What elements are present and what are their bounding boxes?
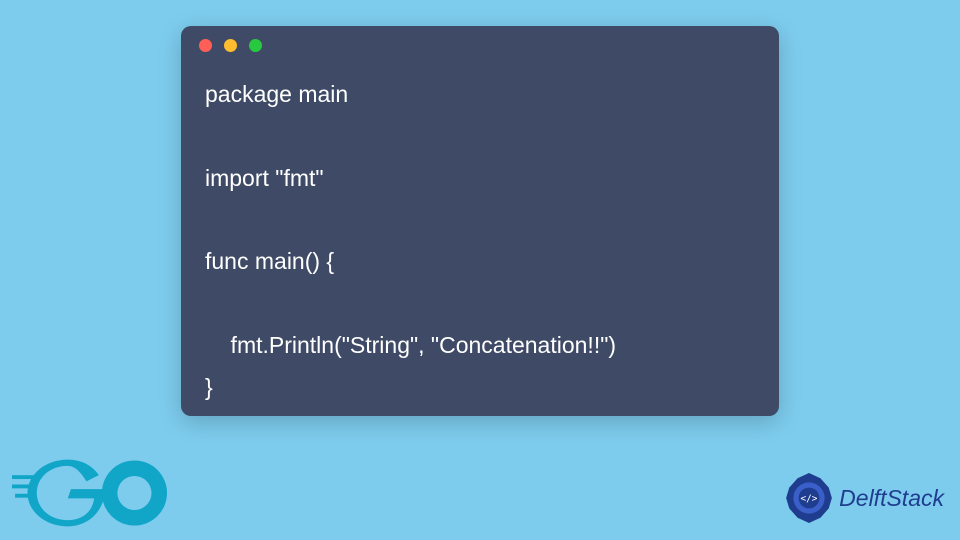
delftstack-mark-icon: </> (783, 472, 835, 524)
go-logo-icon (12, 458, 167, 528)
code-line: import "fmt" (205, 165, 324, 191)
code-line: func main() { (205, 248, 334, 274)
code-block: package main import "fmt" func main() { … (181, 64, 779, 429)
delftstack-logo: </> DelftStack (783, 472, 944, 524)
window-titlebar (181, 26, 779, 64)
code-line: fmt.Println("String", "Concatenation!!") (205, 332, 616, 358)
code-line: } (205, 374, 213, 400)
delftstack-wordmark: DelftStack (839, 485, 944, 512)
code-window: package main import "fmt" func main() { … (181, 26, 779, 416)
traffic-light-close-icon (199, 39, 212, 52)
traffic-light-zoom-icon (249, 39, 262, 52)
svg-text:</>: </> (801, 494, 818, 505)
traffic-light-minimize-icon (224, 39, 237, 52)
code-line: package main (205, 81, 348, 107)
